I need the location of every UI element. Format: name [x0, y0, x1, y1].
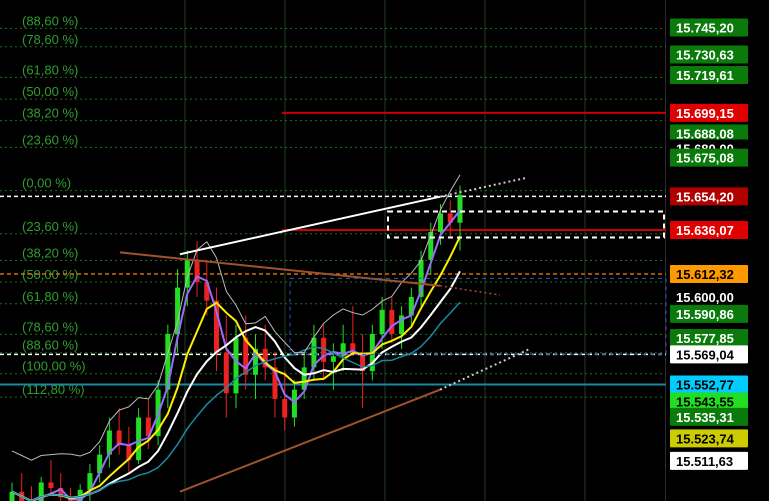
trendline-resistance	[119, 251, 441, 287]
price-badge-label: 15.511,63	[676, 454, 733, 469]
candle-body	[389, 309, 395, 334]
fib-level-label: (23,60 %)	[22, 132, 78, 147]
fib-level-label: (61,80 %)	[22, 289, 78, 304]
price-badge-label: 15.612,32	[676, 267, 734, 282]
price-badge-label: 15.600,00	[676, 290, 734, 305]
price-badge-label: 15.745,20	[676, 20, 734, 35]
price-badge-label: 15.699,15	[676, 106, 734, 121]
price-badge-label: 15.675,08	[676, 151, 734, 166]
fib-level-label: (88,60 %)	[22, 13, 78, 28]
range-box	[289, 277, 667, 355]
price-badge-label: 15.569,04	[676, 347, 735, 362]
price-badge-label: 15.654,20	[676, 189, 734, 204]
fib-level-label: (88,60 %)	[22, 338, 78, 353]
candle-body	[291, 389, 297, 418]
price-badge-label: 15.535,31	[676, 410, 734, 425]
candle-body	[136, 417, 142, 461]
fib-level-label: (0,00 %)	[22, 176, 71, 191]
fib-level-label: (38,20 %)	[22, 106, 78, 121]
fib-level-label: (78,60 %)	[22, 32, 78, 47]
fib-level-label: (38,20 %)	[22, 246, 78, 261]
fib-level-label: (100,00 %)	[22, 359, 86, 374]
price-badge-label: 15.577,85	[676, 331, 734, 346]
price-badge-label: 15.688,08	[676, 126, 734, 141]
candle-body	[379, 309, 385, 334]
trend-lines	[119, 177, 667, 493]
candle-body	[330, 356, 336, 362]
fib-level-label: (61,80 %)	[22, 62, 78, 77]
candle-body	[233, 337, 239, 394]
price-badge-label: 15.730,63	[676, 47, 734, 62]
price-chart: (88,60 %) (78,60 %) (61,80 %) (50,00 %) (38,…	[0, 0, 748, 501]
price-badge-label: 15.543,55	[676, 395, 734, 410]
candle-body	[282, 398, 288, 418]
price-badge-label: 15.590,86	[676, 307, 734, 322]
fib-levels: (88,60 %) (78,60 %) (61,80 %) (50,00 %) (38,…	[0, 13, 666, 398]
price-badge-label: 15.523,74	[676, 431, 735, 446]
candle-body	[438, 213, 444, 232]
fib-level-label: (78,60 %)	[22, 319, 78, 334]
trendline-support	[179, 388, 441, 493]
price-badge-label: 15.636,07	[676, 223, 734, 238]
price-badge-label: 15.719,61	[676, 68, 734, 83]
price-axis-badges: 15.745,20 15.730,63 15.719,61 15.699,15 15.6…	[670, 18, 748, 470]
trendline-upper	[179, 195, 441, 256]
chart-window: (88,60 %) (78,60 %) (61,80 %) (50,00 %) (38,…	[0, 0, 769, 501]
price-badge-label: 15.552,77	[676, 378, 734, 393]
fib-level-label: (23,60 %)	[22, 219, 78, 234]
candle-body	[457, 194, 463, 223]
fib-level-label: (50,00 %)	[22, 84, 78, 99]
candle-body	[48, 482, 54, 489]
